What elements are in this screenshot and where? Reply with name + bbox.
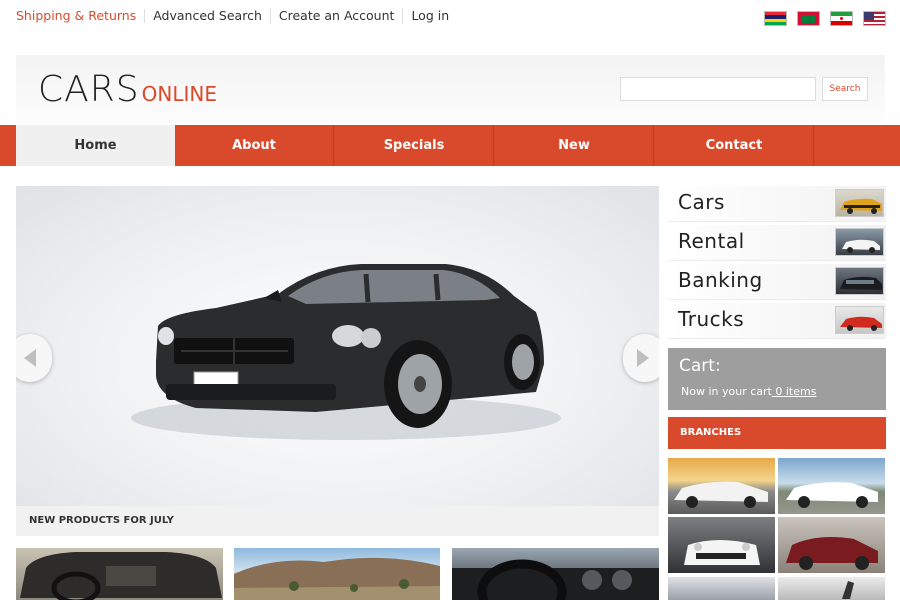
search-button[interactable]: Search bbox=[822, 77, 868, 101]
nav-item-contact[interactable]: Contact bbox=[655, 125, 814, 166]
nav-item-specials[interactable]: Specials bbox=[335, 125, 494, 166]
search-input[interactable] bbox=[620, 77, 816, 101]
cart-items-link[interactable]: 0 items bbox=[772, 385, 816, 398]
slider-next-button[interactable] bbox=[623, 334, 659, 382]
logo-main-text: CARS bbox=[38, 69, 140, 110]
top-bar: Shipping & Returns Advanced Search Creat… bbox=[0, 0, 900, 36]
cart-box: Cart: Now in your cart 0 items bbox=[668, 348, 886, 410]
product-thumbnail-1[interactable] bbox=[16, 548, 223, 600]
create-account-link[interactable]: Create an Account bbox=[279, 9, 404, 23]
category-label: Banking bbox=[678, 268, 763, 292]
cart-status: Now in your cart 0 items bbox=[681, 385, 816, 398]
login-link[interactable]: Log in bbox=[411, 9, 457, 23]
branch-image-4[interactable] bbox=[778, 517, 885, 573]
arrow-right-icon bbox=[637, 349, 649, 367]
category-label: Rental bbox=[678, 229, 745, 253]
cart-status-text: Now in your cart bbox=[681, 385, 772, 398]
new-products-heading: NEW PRODUCTS FOR JULY bbox=[16, 506, 659, 536]
branch-image-6[interactable] bbox=[778, 577, 885, 600]
usa-flag-icon[interactable] bbox=[863, 11, 886, 26]
site-header: CARS ONLINE Search bbox=[16, 55, 885, 125]
category-cars[interactable]: Cars bbox=[668, 186, 886, 222]
category-label: Cars bbox=[678, 190, 725, 214]
nav-item-home[interactable]: Home bbox=[16, 125, 175, 166]
top-links: Shipping & Returns Advanced Search Creat… bbox=[16, 9, 465, 23]
shipping-returns-link[interactable]: Shipping & Returns bbox=[16, 9, 146, 23]
language-flags bbox=[764, 11, 886, 26]
category-trucks[interactable]: Trucks bbox=[668, 303, 886, 339]
steering-wheel-image bbox=[452, 559, 659, 600]
category-banking[interactable]: Banking bbox=[668, 264, 886, 300]
branch-image-3[interactable] bbox=[668, 517, 775, 573]
banking-thumbnail-image bbox=[835, 267, 884, 295]
cart-title: Cart: bbox=[679, 356, 721, 376]
rental-thumbnail-image bbox=[835, 228, 884, 256]
hero-car-image bbox=[131, 264, 561, 440]
site-logo[interactable]: CARS ONLINE bbox=[38, 69, 217, 110]
desert-landscape-image bbox=[234, 557, 440, 600]
category-label: Trucks bbox=[678, 307, 745, 331]
hero-slider bbox=[16, 186, 659, 506]
car-interior-image bbox=[20, 552, 222, 600]
nav-item-about[interactable]: About bbox=[175, 125, 334, 166]
branch-image-5[interactable] bbox=[668, 577, 775, 600]
main-nav: Home About Specials New Contact bbox=[0, 125, 900, 166]
advanced-search-link[interactable]: Advanced Search bbox=[153, 9, 271, 23]
maldives-flag-icon[interactable] bbox=[797, 11, 820, 26]
product-thumbnail-3[interactable] bbox=[452, 548, 659, 600]
arrow-left-icon bbox=[24, 349, 36, 367]
branches-heading: BRANCHES bbox=[668, 417, 886, 449]
logo-sub-text: ONLINE bbox=[141, 82, 217, 106]
iran-flag-icon[interactable] bbox=[830, 11, 853, 26]
trucks-thumbnail-image bbox=[835, 306, 884, 334]
category-rental[interactable]: Rental bbox=[668, 225, 886, 261]
mauritius-flag-icon[interactable] bbox=[764, 11, 787, 26]
cars-thumbnail-image bbox=[835, 189, 884, 217]
branch-image-2[interactable] bbox=[778, 458, 885, 514]
product-thumbnail-2[interactable] bbox=[234, 548, 440, 600]
branch-image-1[interactable] bbox=[668, 458, 775, 514]
nav-item-new[interactable]: New bbox=[495, 125, 654, 166]
